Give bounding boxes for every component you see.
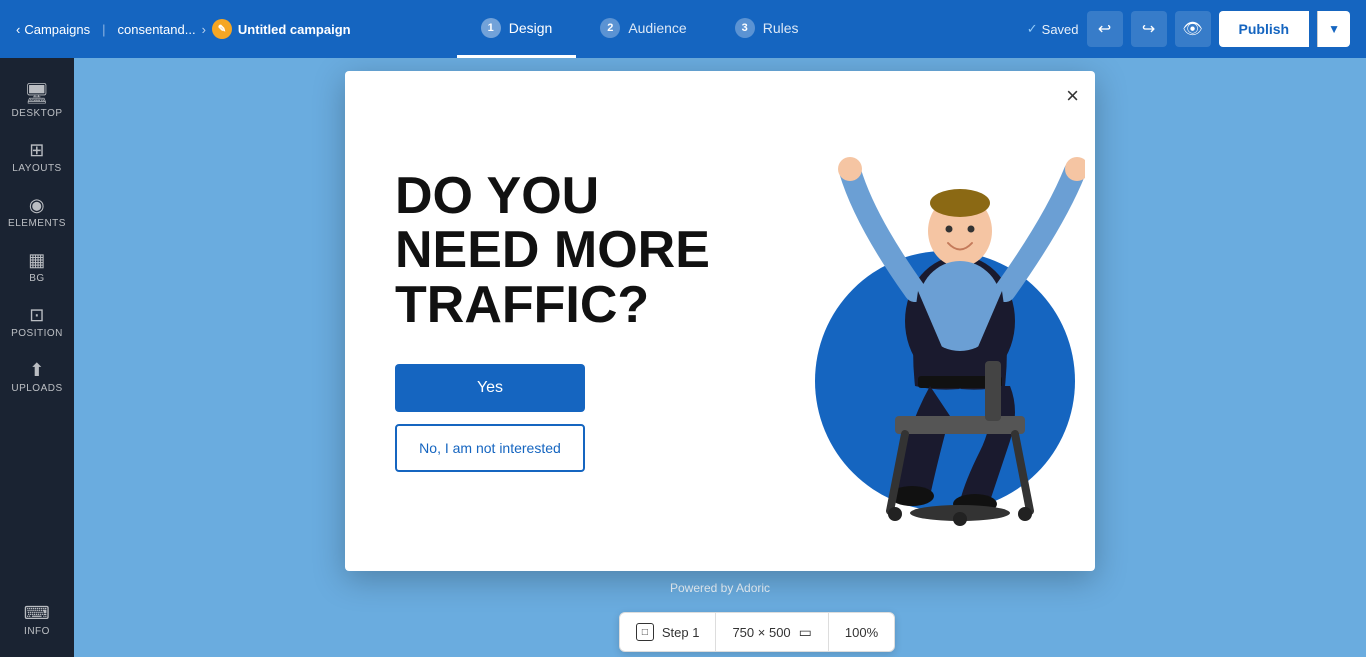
popup-left-panel: DO YOU NEED MORE TRAFFIC? Yes No, I am n… [345,119,785,523]
publish-button[interactable]: Publish [1219,11,1310,47]
tab-num-rules: 3 [735,18,755,38]
sidebar-item-info[interactable]: ⌨ INFO [5,594,69,645]
sidebar-label-bg: BG [29,273,44,284]
sidebar-item-uploads[interactable]: ⬆ UPLOADS [5,351,69,402]
chevron-left-icon: ‹ [16,22,20,37]
popup-wrapper: × DO YOU NEED MORE TRAFFIC? Yes No, I am… [345,71,1095,595]
layouts-icon: ⊞ [29,141,45,159]
saved-status: ✓ Saved [1027,21,1079,37]
elements-icon: ◉ [29,196,45,214]
sidebar-label-layouts: LAYOUTS [12,163,61,174]
close-button[interactable]: × [1066,85,1079,107]
yes-button[interactable]: Yes [395,364,585,412]
uploads-icon: ⬆ [29,361,45,379]
top-navigation: ‹ Campaigns | consentand... › ✎ Untitled… [0,0,1366,58]
powered-by-label: Powered by Adoric [345,581,1095,595]
sidebar-label-elements: ELEMENTS [8,218,66,229]
sidebar-item-desktop[interactable]: 🖥 DESKTOP [5,74,69,127]
tab-num-design: 1 [481,18,501,38]
check-icon: ✓ [1027,21,1038,37]
campaigns-label: Campaigns [24,22,90,37]
canvas-area: × DO YOU NEED MORE TRAFFIC? Yes No, I am… [74,58,1366,657]
sidebar-item-position[interactable]: ⊡ POSITION [5,296,69,347]
sidebar-label-uploads: UPLOADS [11,383,62,394]
nav-actions: ✓ Saved ↩ ↪ 👁 Publish ▼ [1027,11,1350,47]
step-icon: □ [636,623,654,641]
sidebar-item-bg[interactable]: ▦ BG [5,241,69,292]
popup-right-panel [785,71,1095,571]
tab-design[interactable]: 1 Design [457,0,577,58]
tab-num-audience: 2 [600,18,620,38]
desktop-icon: 🖥 [24,84,50,104]
campaign-icon-badge: ✎ [212,19,232,39]
monitor-icon: ▭ [799,624,812,641]
dimensions-indicator: 750 × 500 ▭ [716,613,828,651]
person-illustration [835,121,1085,541]
step-label: Step 1 [662,625,700,640]
breadcrumb: consentand... › ✎ Untitled campaign [118,19,351,39]
nav-separator-1: | [102,22,105,37]
tab-rules[interactable]: 3 Rules [711,0,823,58]
undo-button[interactable]: ↩ [1087,11,1123,47]
tab-label-rules: Rules [763,20,799,36]
campaign-name: Untitled campaign [238,22,351,37]
tab-label-design: Design [509,20,553,36]
publish-dropdown-button[interactable]: ▼ [1317,11,1350,47]
preview-button[interactable]: 👁 [1175,11,1211,47]
chevron-right-icon: › [202,22,206,37]
no-button[interactable]: No, I am not interested [395,424,585,472]
saved-label: Saved [1042,22,1079,37]
zoom-indicator[interactable]: 100% [829,613,894,651]
info-icon: ⌨ [24,604,50,622]
bottom-bar-inner: □ Step 1 750 × 500 ▭ 100% [619,612,895,652]
main-layout: 🖥 DESKTOP ⊞ LAYOUTS ◉ ELEMENTS ▦ BG ⊡ PO… [0,58,1366,657]
tab-label-audience: Audience [628,20,686,36]
sidebar-label-info: INFO [24,626,50,637]
sidebar-item-layouts[interactable]: ⊞ LAYOUTS [5,131,69,182]
dimensions-value: 750 × 500 [732,625,790,640]
position-icon: ⊡ [29,306,45,324]
popup-modal[interactable]: × DO YOU NEED MORE TRAFFIC? Yes No, I am… [345,71,1095,571]
sidebar: 🖥 DESKTOP ⊞ LAYOUTS ◉ ELEMENTS ▦ BG ⊡ PO… [0,58,74,657]
chair-seat [895,416,1025,434]
breadcrumb-site[interactable]: consentand... [118,22,196,37]
redo-button[interactable]: ↪ [1131,11,1167,47]
zoom-value: 100% [845,625,878,640]
tab-bar: 1 Design 2 Audience 3 Rules [457,0,823,58]
popup-headline: DO YOU NEED MORE TRAFFIC? [395,169,745,333]
sidebar-item-elements[interactable]: ◉ ELEMENTS [5,186,69,237]
sidebar-label-desktop: DESKTOP [11,108,62,119]
bg-icon: ▦ [28,251,46,269]
bottom-bar: □ Step 1 750 × 500 ▭ 100% [148,607,1366,657]
sidebar-label-position: POSITION [11,328,63,339]
tab-audience[interactable]: 2 Audience [576,0,710,58]
step-indicator[interactable]: □ Step 1 [620,613,717,651]
campaigns-back-link[interactable]: ‹ Campaigns [16,22,90,37]
